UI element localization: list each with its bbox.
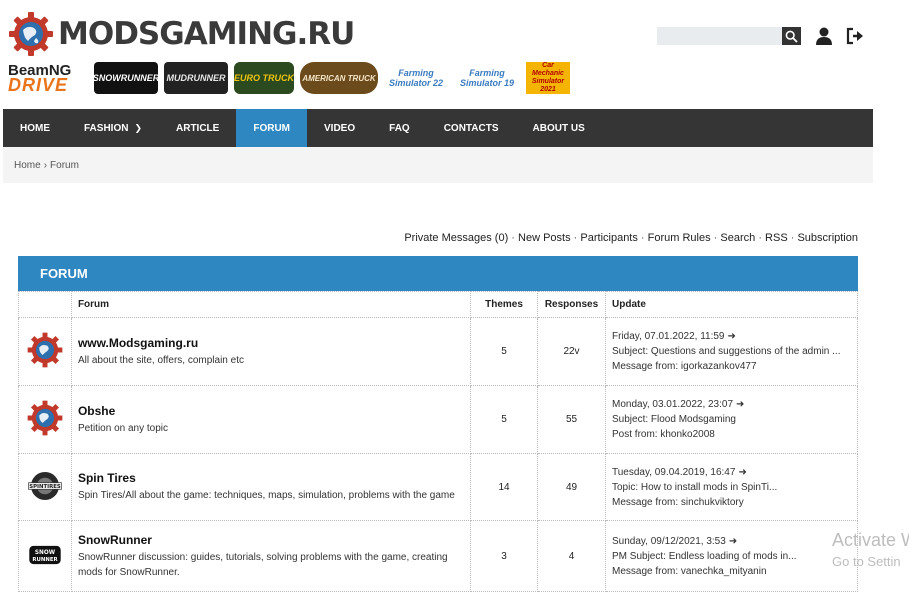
arrow-right-icon[interactable]: ➜ (729, 536, 737, 547)
svg-text:SNOW: SNOW (35, 549, 56, 555)
breadcrumb-current: Forum (50, 159, 79, 171)
forum-title-link[interactable]: www.Modsgaming.ru (78, 336, 464, 350)
main-nav: HOME FASHION ❯ ARTICLE FORUM VIDEO FAQ CO… (3, 109, 873, 147)
forum-description: All about the site, offers, complain etc (77, 354, 244, 366)
forum-description: Spin Tires/All about the game: technique… (77, 490, 455, 501)
watermark-line-1: Activate W (832, 530, 909, 550)
header-search (657, 27, 801, 45)
breadcrumb: Home › Forum (3, 147, 873, 183)
last-post-subject[interactable]: PM Subject: Endless loading of mods in..… (612, 549, 851, 564)
themes-count: 5 (470, 317, 539, 386)
last-post-subject[interactable]: Subject: Questions and suggestions of th… (612, 344, 851, 359)
last-post-date[interactable]: Sunday, 09/12/2021, 3:53 (612, 536, 726, 547)
themes-count: 14 (470, 453, 539, 521)
game-logo-american-truck[interactable]: AMERICAN TRUCK (300, 62, 378, 94)
link-subscription[interactable]: Subscription (797, 232, 858, 244)
arrow-right-icon[interactable]: ➜ (738, 467, 746, 478)
last-post-date[interactable]: Monday, 03.01.2022, 23:07 (612, 399, 733, 410)
link-participants[interactable]: Participants (580, 232, 637, 244)
logout-icon[interactable] (845, 26, 865, 46)
gear-globe-icon (27, 332, 63, 368)
last-post-subject[interactable]: Subject: Flood Modsgaming (612, 412, 851, 427)
game-logo-strip: BeamNG DRIVE SNOWRUNNER MUDRUNNER EURO T… (8, 60, 570, 96)
link-new-posts[interactable]: New Posts (518, 232, 571, 244)
last-post-subject[interactable]: Topic: How to install mods in SpinTi... (612, 480, 851, 495)
table-row: SNOW RUNNER SnowRunner SnowRunner discus… (18, 520, 858, 592)
responses-count: 49 (537, 453, 606, 521)
nav-contacts[interactable]: CONTACTS (427, 109, 516, 147)
last-post-author: Post from: khonko2008 (612, 429, 715, 440)
activation-watermark: Activate W Go to Settin (832, 530, 909, 569)
spin-tires-icon: SPINTIRES (28, 471, 62, 500)
nav-forum[interactable]: FORUM (236, 109, 308, 147)
forum-title-link[interactable]: SnowRunner (78, 533, 464, 547)
forum-title-link[interactable]: Obshe (78, 404, 464, 418)
game-logo-snowrunner[interactable]: SNOWRUNNER (93, 62, 159, 94)
forum-description: SnowRunner discussion: guides, tutorials… (77, 551, 448, 578)
site-logo-text: MODSGAMING.RU (58, 16, 355, 52)
link-search[interactable]: Search (720, 232, 755, 244)
link-rss[interactable]: RSS (765, 232, 788, 244)
themes-count: 5 (470, 385, 539, 454)
link-forum-rules[interactable]: Forum Rules (648, 232, 711, 244)
last-post-author: Message from: sinchukviktory (612, 496, 744, 508)
header-themes: Themes (470, 291, 539, 318)
header-forum: Forum (70, 291, 472, 318)
table-row: SPINTIRES Spin Tires Spin Tires/All abou… (18, 453, 858, 521)
forum-section-title: FORUM (18, 256, 858, 291)
table-row: www.Modsgaming.ru All about the site, of… (18, 317, 858, 386)
watermark-line-2: Go to Settin (832, 554, 901, 569)
last-post-date[interactable]: Friday, 07.01.2022, 11:59 (612, 331, 725, 342)
breadcrumb-separator: › (43, 159, 48, 171)
header-responses: Responses (537, 291, 606, 318)
breadcrumb-home[interactable]: Home (14, 160, 41, 171)
forum-links: Private Messages (0) · New Posts · Parti… (404, 232, 858, 244)
forum-table: Forum Themes Responses Update www.Modsga… (18, 291, 858, 592)
last-post-date[interactable]: Tuesday, 09.04.2019, 16:47 (612, 467, 735, 478)
responses-count: 4 (537, 520, 606, 592)
chevron-down-icon: ❯ (134, 122, 142, 133)
snowrunner-icon: SNOW RUNNER (29, 545, 61, 564)
last-post-author: Message from: igorkazankov477 (612, 361, 757, 372)
game-logo-farming-22[interactable]: Farming Simulator 22 (384, 62, 448, 94)
svg-text:RUNNER: RUNNER (32, 556, 58, 562)
svg-text:SPINTIRES: SPINTIRES (29, 484, 61, 490)
gear-globe-icon (9, 12, 53, 56)
forum-description: Petition on any topic (77, 422, 169, 434)
game-logo-mudrunner[interactable]: MUDRUNNER (164, 62, 228, 94)
search-button[interactable] (782, 27, 801, 45)
search-input[interactable] (657, 27, 782, 45)
table-header-row: Forum Themes Responses Update (18, 291, 858, 318)
header-icon-col (18, 291, 72, 318)
last-post-author: Message from: vanechka_mityanin (612, 565, 767, 577)
arrow-right-icon[interactable]: ➜ (736, 399, 744, 410)
nav-faq[interactable]: FAQ (372, 109, 427, 147)
game-logo-car-mechanic[interactable]: Car Mechanic Simulator 2021 (526, 62, 570, 94)
gear-globe-icon (27, 400, 63, 436)
nav-article[interactable]: ARTICLE (159, 109, 236, 147)
game-logo-farming-19[interactable]: Farming Simulator 19 (454, 62, 520, 94)
search-icon (785, 30, 798, 43)
user-icon[interactable] (814, 26, 834, 46)
game-logo-beamng[interactable]: BeamNG DRIVE (8, 62, 88, 94)
game-logo-euro-truck[interactable]: EURO TRUCK (234, 62, 294, 94)
table-row: Obshe Petition on any topic 5 55 Monday,… (18, 385, 858, 454)
header-update: Update (605, 291, 858, 318)
nav-about-us[interactable]: ABOUT US (516, 109, 602, 147)
responses-count: 22v (537, 317, 606, 386)
themes-count: 3 (470, 520, 539, 592)
responses-count: 55 (537, 385, 606, 454)
nav-fashion[interactable]: FASHION ❯ (67, 109, 159, 147)
site-logo[interactable]: MODSGAMING.RU (8, 12, 355, 56)
nav-home[interactable]: HOME (3, 109, 67, 147)
link-private-messages[interactable]: Private Messages (0) (404, 232, 508, 244)
nav-video[interactable]: VIDEO (307, 109, 372, 147)
arrow-right-icon[interactable]: ➜ (728, 331, 736, 342)
forum-title-link[interactable]: Spin Tires (78, 471, 464, 485)
